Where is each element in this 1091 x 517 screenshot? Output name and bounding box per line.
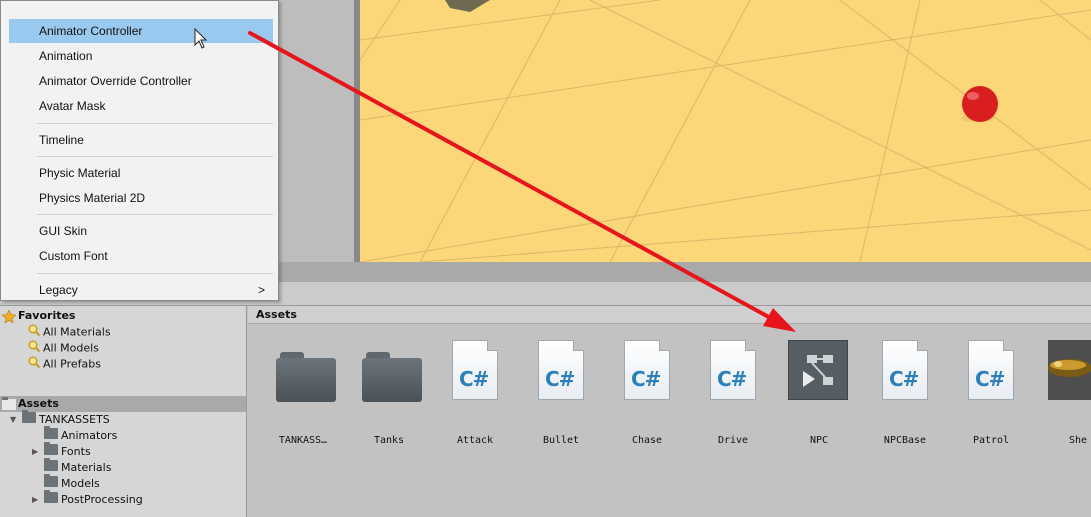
favorite-all-materials[interactable]: All Materials [28,324,111,340]
folder-icon [362,352,422,402]
collapse-arrow-icon[interactable]: ▶ [32,492,38,508]
assets-header[interactable]: Assets [0,396,246,412]
folder-tree[interactable]: Favorites All Materials All Models All P… [0,306,247,517]
search-icon [28,340,41,357]
csharp-script-icon: C# [968,340,1014,400]
asset-label: Bullet [542,435,580,446]
menu-item-physic-material[interactable]: Physic Material [9,161,273,185]
tree-item-fonts[interactable]: ▶ Fonts [32,442,91,460]
tree-item-label: Materials [61,461,112,474]
folder-icon [276,352,336,402]
asset-script-chase[interactable]: C# Chase [606,340,688,450]
asset-label: Chase [631,435,663,446]
menu-item-animator-controller[interactable]: Animator Controller [9,19,273,43]
folder-icon [44,490,58,508]
csharp-script-icon: C# [452,340,498,400]
favorite-label: All Models [43,341,99,355]
asset-grid[interactable]: TANKASS… Tanks C# Attack C# Bullet C# Ch… [248,324,1091,517]
star-icon [1,309,17,328]
asset-grid-header: Assets [248,306,1091,324]
tree-item-tankassets[interactable]: ▼ TANKASSETS [10,410,110,428]
submenu-arrow-icon: > [257,283,265,297]
red-sphere [962,86,998,122]
asset-label: NPCBase [883,435,927,446]
tree-item-label: Models [61,477,100,490]
menu-separator [37,156,273,157]
project-window: Favorites All Materials All Models All P… [0,282,1091,517]
tree-item-postprocessing[interactable]: ▶ PostProcessing [32,490,143,508]
menu-item-timeline[interactable]: Timeline [9,128,273,152]
create-context-menu: Animator Controller Animation Animator O… [0,0,279,301]
menu-item-animator-override-controller[interactable]: Animator Override Controller [9,69,273,93]
csharp-script-icon: C# [624,340,670,400]
asset-script-attack[interactable]: C# Attack [434,340,516,450]
asset-script-drive[interactable]: C# Drive [692,340,774,450]
asset-label: She [1068,435,1087,446]
asset-label: Patrol [972,435,1010,446]
favorite-all-models[interactable]: All Models [28,340,99,356]
tree-item-materials[interactable]: Materials [44,458,112,476]
asset-script-patrol[interactable]: C# Patrol [950,340,1032,450]
favorites-header[interactable]: Favorites [0,308,246,324]
asset-label: TANKASS… [278,435,328,446]
menu-item-physics-material-2d[interactable]: Physics Material 2D [9,186,273,210]
asset-folder-tanks[interactable]: Tanks [348,340,430,450]
tree-item-label: PostProcessing [61,493,143,506]
tree-item-animators[interactable]: Animators [44,426,118,444]
mouse-pointer-icon [194,28,208,49]
asset-label: Tanks [373,435,405,446]
favorite-all-prefabs[interactable]: All Prefabs [28,356,101,372]
asset-model-label-holder: She [1034,340,1091,450]
tree-item-label: Fonts [61,445,91,458]
menu-separator [37,273,273,274]
asset-label: Drive [717,435,749,446]
menu-separator [37,214,273,215]
asset-folder-tankassets[interactable]: TANKASS… [262,340,344,450]
csharp-script-icon: C# [710,340,756,400]
search-icon [28,356,41,373]
tree-item-label: TANKASSETS [39,413,110,426]
menu-item-gui-skin[interactable]: GUI Skin [9,219,273,243]
favorite-label: All Prefabs [43,357,101,371]
menu-item-avatar-mask[interactable]: Avatar Mask [9,94,273,118]
csharp-script-icon: C# [882,340,928,400]
asset-script-npcbase[interactable]: C# NPCBase [864,340,946,450]
search-icon [28,324,41,341]
favorite-label: All Materials [43,325,111,339]
tree-item-models[interactable]: Models [44,474,100,492]
asset-script-bullet[interactable]: C# Bullet [520,340,602,450]
menu-item-custom-font[interactable]: Custom Font [9,244,273,268]
tree-item-label: Animators [61,429,118,442]
scene-ground-plane[interactable] [360,0,1091,262]
folder-icon [22,410,36,428]
asset-label: NPC [809,435,829,446]
assets-label: Assets [18,397,59,410]
favorites-label: Favorites [18,309,76,322]
asset-animator-npc[interactable]: NPC [778,340,860,450]
csharp-script-icon: C# [538,340,584,400]
menu-item-animation[interactable]: Animation [9,44,273,68]
asset-label: Attack [456,435,494,446]
collapse-arrow-icon[interactable]: ▶ [32,444,38,460]
expand-arrow-icon[interactable]: ▼ [10,412,16,428]
animator-controller-icon [788,340,848,400]
menu-item-legacy[interactable]: Legacy > [9,278,273,302]
menu-separator [37,123,273,124]
menu-item-label: Legacy [39,283,78,297]
